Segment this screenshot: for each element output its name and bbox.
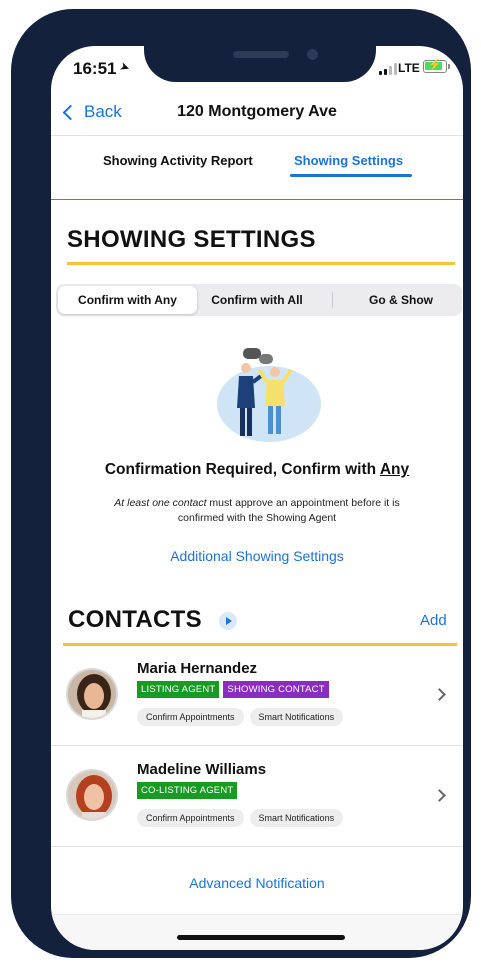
location-arrow-icon: ➤ bbox=[117, 58, 133, 76]
role-badge: SHOWING CONTACT bbox=[223, 681, 329, 698]
contact-name: Madeline Williams bbox=[137, 761, 267, 778]
option-pill: Confirm Appointments bbox=[137, 809, 244, 827]
contact-row-maria-hernandez[interactable]: Maria Hernandez LISTING AGENT SHOWING CO… bbox=[51, 646, 463, 746]
app-screen: 16:51 ➤ LTE ⚡ Back 120 Montgomery Ave Sh… bbox=[51, 46, 463, 950]
segment-confirm-with-all[interactable]: Confirm with All bbox=[197, 286, 317, 314]
option-pill: Smart Notifications bbox=[249, 708, 344, 726]
tab-showing-settings[interactable]: Showing Settings bbox=[294, 153, 403, 168]
phone-notch bbox=[144, 18, 376, 82]
option-pill: Smart Notifications bbox=[249, 809, 344, 827]
page-title: 120 Montgomery Ave bbox=[177, 103, 337, 120]
option-pill: Confirm Appointments bbox=[137, 708, 244, 726]
confirmation-segmented-control: Confirm with Any Confirm with All Go & S… bbox=[56, 284, 462, 316]
notification-options: Confirm Appointments Smart Notifications bbox=[137, 708, 344, 726]
heading-divider bbox=[67, 262, 455, 265]
chevron-right-icon[interactable] bbox=[433, 688, 446, 701]
role-badge: LISTING AGENT bbox=[137, 681, 220, 698]
speaker bbox=[233, 51, 289, 58]
active-tab-indicator bbox=[290, 174, 412, 177]
additional-showing-settings-link[interactable]: Additional Showing Settings bbox=[51, 548, 463, 564]
confirmation-illustration bbox=[217, 348, 321, 442]
confirmation-description: At least one contact must approve an app… bbox=[97, 496, 417, 526]
avatar bbox=[66, 769, 118, 821]
add-contact-button[interactable]: Add bbox=[420, 612, 447, 629]
nav-bar: Back 120 Montgomery Ave bbox=[51, 96, 463, 136]
description-text: must approve an appointment before it is… bbox=[177, 497, 400, 524]
notification-options: Confirm Appointments Smart Notifications bbox=[137, 809, 344, 827]
battery-icon: ⚡ bbox=[423, 59, 447, 73]
camera bbox=[307, 49, 318, 60]
role-badges: CO-LISTING AGENT bbox=[137, 782, 238, 799]
description-emphasis: At least one contact bbox=[114, 497, 207, 509]
contacts-heading: CONTACTS bbox=[68, 606, 202, 633]
network-label: LTE bbox=[398, 61, 420, 75]
advanced-notification-link[interactable]: Advanced Notification bbox=[51, 875, 463, 891]
segment-divider bbox=[332, 292, 333, 308]
segment-go-and-show[interactable]: Go & Show bbox=[336, 286, 463, 314]
phone-frame: 16:51 ➤ LTE ⚡ Back 120 Montgomery Ave Sh… bbox=[11, 9, 471, 958]
signal-icon bbox=[379, 63, 399, 75]
avatar bbox=[66, 668, 118, 720]
chevron-right-icon[interactable] bbox=[433, 789, 446, 802]
status-time: 16:51 bbox=[73, 59, 117, 78]
confirmation-title: Confirmation Required, Confirm with Any bbox=[51, 461, 463, 479]
segment-confirm-with-any[interactable]: Confirm with Any bbox=[58, 286, 197, 314]
confirmation-mode: Any bbox=[379, 461, 410, 478]
contact-row-madeline-williams[interactable]: Madeline Williams CO-LISTING AGENT Confi… bbox=[51, 747, 463, 847]
bottom-bar bbox=[51, 914, 463, 950]
tab-showing-activity-report[interactable]: Showing Activity Report bbox=[103, 153, 253, 168]
confirmation-title-text: Confirmation Required, Confirm with bbox=[104, 461, 380, 478]
battery-cap bbox=[448, 64, 450, 69]
tab-bar: Showing Activity Report Showing Settings bbox=[51, 136, 463, 200]
home-indicator[interactable] bbox=[177, 935, 345, 940]
contact-name: Maria Hernandez bbox=[137, 660, 258, 677]
role-badges: LISTING AGENT SHOWING CONTACT bbox=[137, 681, 329, 698]
role-badge: CO-LISTING AGENT bbox=[137, 782, 238, 799]
play-icon[interactable] bbox=[219, 612, 237, 630]
showing-settings-heading: SHOWING SETTINGS bbox=[67, 226, 316, 253]
